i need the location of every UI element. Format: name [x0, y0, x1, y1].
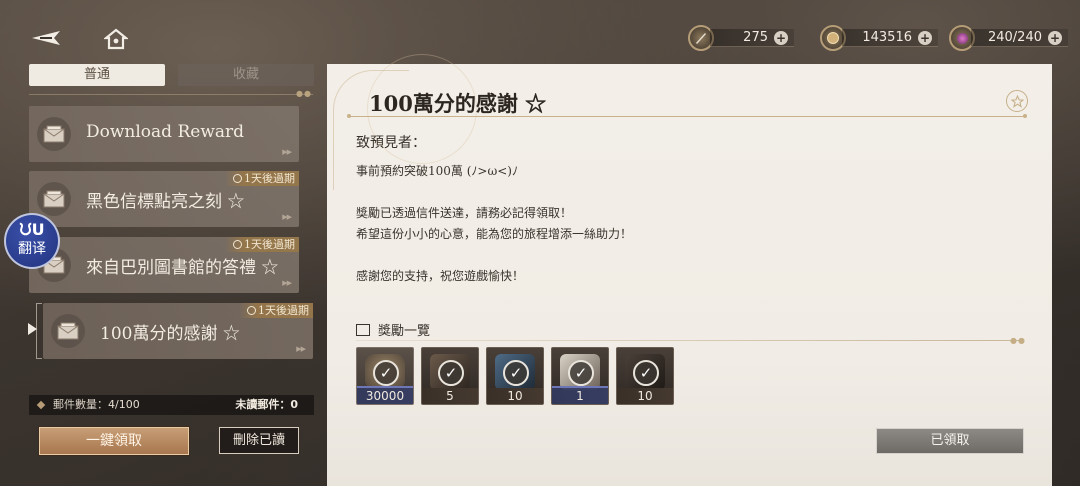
gift-box-icon — [356, 324, 370, 336]
mail-item-black-beacon[interactable]: 黑色信標點亮之刻 ☆ 1天後過期 ▶▶ — [29, 171, 299, 227]
claimed-check-icon: ✓ — [438, 360, 464, 386]
mail-body: 事前預約突破100萬 (ﾉ>ω<)ﾉ 獎勵已透過信件送達，請務必記得領取！ 希望… — [356, 164, 633, 283]
clock-icon — [247, 306, 256, 315]
double-chevron-icon: ▶▶ — [282, 148, 292, 156]
mail-count-bar: 郵件數量：4/100 未讀郵件：0 — [29, 395, 314, 415]
double-chevron-icon: ▶▶ — [282, 213, 292, 221]
mail-item-download-reward[interactable]: Download Reward ▶▶ — [29, 106, 299, 162]
claimed-check-icon: ✓ — [633, 360, 659, 386]
reward-quantity: 1 — [552, 388, 608, 404]
mail-count-value: 4/100 — [108, 398, 140, 411]
divider-dots: ●● — [296, 89, 312, 98]
reward-quantity: 30000 — [357, 388, 413, 404]
double-chevron-icon: ▶▶ — [296, 345, 306, 353]
energy-currency[interactable]: 240/240 + — [949, 24, 1068, 52]
reward-quantity: 10 — [617, 388, 673, 404]
reward-item[interactable]: ✓ 10 — [616, 347, 674, 405]
claimed-check-icon: ✓ — [503, 360, 529, 386]
translate-label: 翻译 — [18, 241, 46, 257]
stamina-currency[interactable]: 275 + — [688, 24, 794, 52]
envelope-icon — [37, 182, 71, 216]
reward-item[interactable]: ✓ 5 — [421, 347, 479, 405]
delete-read-button[interactable]: 刪除已讀 — [219, 427, 299, 454]
envelope-icon — [51, 314, 85, 348]
mail-title: 來自巴別圖書館的答禮 ☆ — [86, 258, 279, 278]
tab-divider — [29, 94, 313, 95]
back-arrow-icon[interactable] — [30, 28, 66, 48]
reward-list: ✓ 30000 ✓ 5 ✓ 10 ✓ 1 ✓ 10 — [356, 347, 674, 405]
claim-all-button[interactable]: 一鍵領取 — [39, 427, 189, 455]
add-stamina-button[interactable]: + — [774, 30, 788, 45]
reward-quantity: 5 — [422, 388, 478, 404]
clock-icon — [233, 174, 242, 183]
tab-normal[interactable]: 普通 — [29, 64, 165, 86]
mail-detail-panel: 100萬分的感謝 ☆ 致預見者： 事前預約突破100萬 (ﾉ>ω<)ﾉ 獎勵已透… — [327, 54, 1052, 486]
tab-favorites[interactable]: 收藏 — [178, 64, 314, 86]
envelope-icon — [37, 117, 71, 151]
claimed-button[interactable]: 已領取 — [876, 428, 1024, 454]
expiry-badge: 1天後過期 — [225, 237, 299, 252]
divider-dots: ●● — [1010, 336, 1026, 345]
favorite-star-button[interactable] — [1006, 90, 1028, 112]
add-coin-button[interactable]: + — [918, 30, 932, 45]
translate-badge[interactable]: ᙀU 翻译 — [4, 213, 60, 269]
title-divider — [347, 114, 1027, 118]
energy-value: 240/240 — [987, 30, 1042, 45]
claimed-check-icon: ✓ — [568, 360, 594, 386]
mail-greeting: 致預見者： — [356, 135, 426, 151]
expiry-badge: 1天後過期 — [225, 171, 299, 186]
home-icon[interactable] — [104, 28, 128, 50]
mail-item-babel-library[interactable]: 來自巴別圖書館的答禮 ☆ 1天後過期 ▶▶ — [29, 237, 299, 293]
mail-count-label: 郵件數量： — [53, 398, 108, 411]
reward-item[interactable]: ✓ 1 — [551, 347, 609, 405]
coin-currency[interactable]: 143516 + — [820, 24, 938, 52]
mail-title: Download Reward — [86, 122, 245, 142]
star-icon — [1010, 94, 1024, 108]
reward-divider — [356, 340, 1022, 341]
expiry-badge: 1天後過期 — [239, 303, 313, 318]
selection-arrow-icon — [28, 323, 37, 335]
reward-item[interactable]: ✓ 30000 — [356, 347, 414, 405]
mail-item-million-thanks[interactable]: 100萬分的感謝 ☆ 1天後過期 ▶▶ — [43, 303, 313, 359]
mail-title: 黑色信標點亮之刻 ☆ — [86, 192, 245, 212]
reward-list-header: 獎勵一覽 — [356, 320, 430, 339]
add-energy-button[interactable]: + — [1048, 30, 1062, 45]
clock-icon — [233, 240, 242, 249]
mail-detail-title: 100萬分的感謝 ☆ — [369, 91, 547, 116]
diamond-icon — [36, 400, 46, 410]
unread-count: 未讀郵件：0 — [235, 398, 298, 411]
stamina-value: 275 — [743, 30, 768, 45]
mail-title: 100萬分的感謝 ☆ — [100, 324, 240, 344]
claimed-check-icon: ✓ — [373, 360, 399, 386]
reward-item[interactable]: ✓ 10 — [486, 347, 544, 405]
reward-quantity: 10 — [487, 388, 543, 404]
translate-icon: ᙀU — [19, 220, 45, 239]
double-chevron-icon: ▶▶ — [282, 279, 292, 287]
coin-value: 143516 — [862, 30, 912, 45]
